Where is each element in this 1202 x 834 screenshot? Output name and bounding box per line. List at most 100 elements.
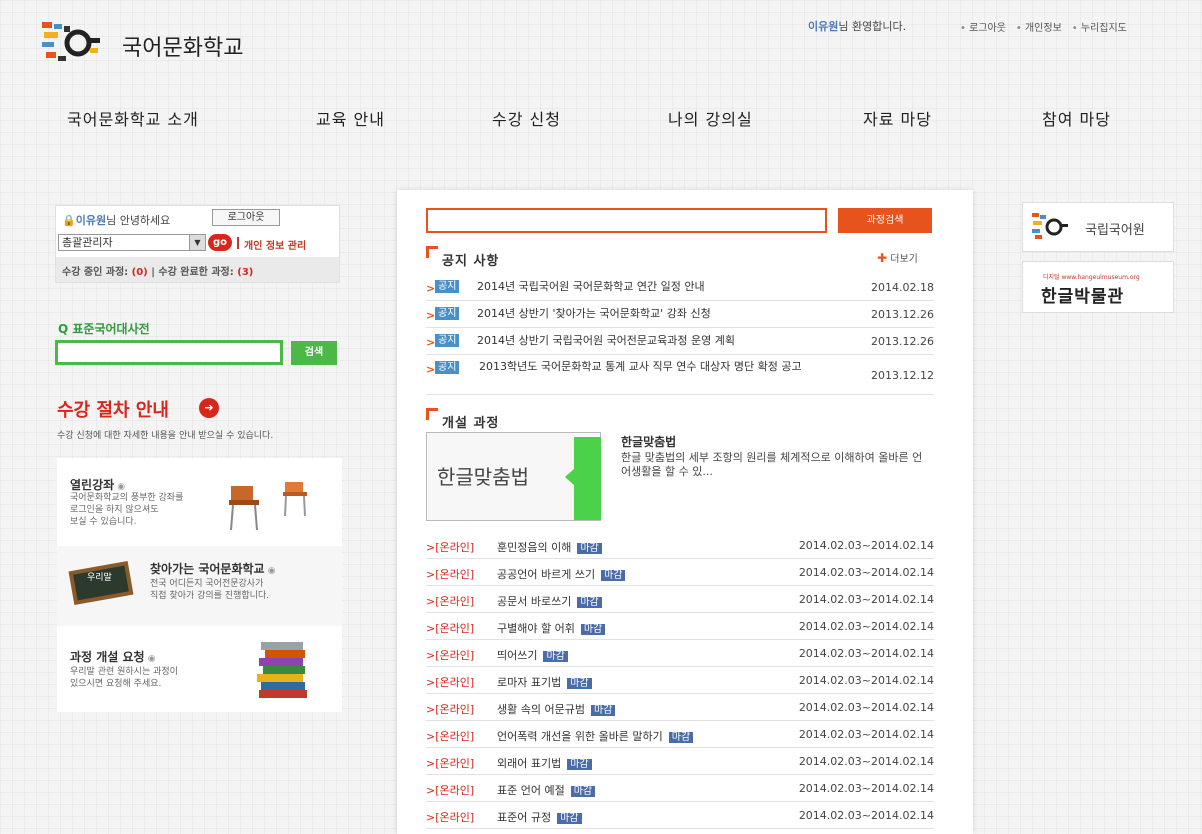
notice-date: 2013.12.26 (871, 308, 934, 321)
books-icon (257, 642, 307, 698)
course-name[interactable]: 표준 언어 예절 (497, 784, 565, 797)
course-name[interactable]: 띄어쓰기 (497, 649, 537, 662)
sitemap-link[interactable]: 누리집지도 (1072, 19, 1127, 34)
course-category: >[온라인] (426, 757, 475, 770)
notice-tag: 공지 (435, 280, 460, 293)
nav-about[interactable]: 국어문화학교 소개 (67, 106, 199, 130)
visiting-school-promo[interactable]: 우리말 찾아가는 국어문화학교 전국 어디든지 국어전문강사가 직접 찾아가 강… (57, 546, 342, 626)
notice-item[interactable]: > 공지 2014년 상반기 국립국어원 국어전문교육과정 운영 계획 2013… (426, 328, 934, 355)
site-title[interactable]: 국어문화학교 (122, 30, 243, 62)
login-user: 이유원 (75, 214, 107, 227)
featured-course-name[interactable]: 한글맞춤법 (621, 433, 676, 450)
chevron-down-icon[interactable]: ▼ (189, 235, 205, 250)
course-search-input[interactable] (426, 208, 827, 233)
course-name[interactable]: 구별해야 할 어휘 (497, 622, 575, 635)
course-category: >[온라인] (426, 622, 475, 635)
closed-badge: 마감 (570, 786, 596, 797)
procedure-title[interactable]: 수강 절차 안내 (57, 396, 169, 422)
privacy-link[interactable]: 개인 정보 관리 (236, 237, 306, 252)
course-name[interactable]: 언어폭력 개선을 위한 올바른 말하기 (497, 730, 663, 743)
course-name[interactable]: 표준어 규정 (497, 811, 551, 824)
notice-date: 2013.12.12 (871, 369, 934, 382)
museum-banner-label: 한글박물관 (1041, 287, 1125, 307)
stat-ongoing-count[interactable]: (0) (132, 267, 148, 278)
nav-resources[interactable]: 자료 마당 (863, 106, 932, 130)
course-item[interactable]: >[온라인] 구별해야 할 어휘 마감 2014.02.03~2014.02.14 (426, 613, 934, 640)
thumbnail-text: 한글맞춤법 (437, 465, 529, 489)
course-period: 2014.02.03~2014.02.14 (798, 809, 934, 822)
course-name[interactable]: 훈민정음의 이해 (497, 541, 571, 554)
course-name[interactable]: 공공언어 바르게 쓰기 (497, 568, 595, 581)
course-search-button[interactable]: 과정검색 (838, 208, 932, 233)
closed-badge: 마감 (577, 597, 602, 608)
course-period: 2014.02.03~2014.02.14 (798, 701, 934, 714)
nav-enroll[interactable]: 수강 신청 (492, 106, 561, 130)
promo-title: 열린강좌 (70, 476, 125, 493)
course-period: 2014.02.03~2014.02.14 (798, 593, 934, 606)
course-item[interactable]: >[온라인] 로마자 표기법 마감 2014.02.03~2014.02.14 (426, 667, 934, 694)
nav-participation[interactable]: 참여 마당 (1042, 106, 1111, 130)
promo-title: 찾아가는 국어문화학교 (150, 560, 276, 577)
course-item[interactable]: >[온라인] 생활 속의 어문규범 마감 2014.02.03~2014.02.14 (426, 694, 934, 721)
course-category: >[온라인] (426, 541, 475, 554)
go-button[interactable]: go (208, 234, 232, 251)
role-select[interactable]: 총괄관리자 ▼ (58, 234, 206, 251)
course-item[interactable]: >[온라인] 표준어 규정 마감 2014.02.03~2014.02.14 (426, 802, 934, 829)
stat-done-label: 수강 완료한 과정: (158, 267, 234, 278)
bullet-arrow-icon: > (426, 363, 436, 376)
nav-my-classroom[interactable]: 나의 강의실 (668, 106, 753, 130)
procedure-description: 수강 신청에 대한 자세한 내용을 안내 받으실 수 있습니다. (57, 431, 274, 441)
notice-item[interactable]: > 공지 2013학년도 국어문화학교 통계 교사 직무 연수 대상자 명단 확… (426, 355, 934, 395)
top-links: 로그아웃 개인정보 누리집지도 (960, 19, 1127, 34)
course-item[interactable]: >[온라인] 공공언어 바르게 쓰기 마감 2014.02.03~2014.02.14 (426, 559, 934, 586)
notice-title[interactable]: 2014년 상반기 '찾아가는 국어문화학교' 강좌 신청 (477, 308, 857, 320)
hangeul-museum-banner[interactable]: 디지털 www.hangeulmuseum.org 한글박물관 (1022, 261, 1174, 313)
course-item[interactable]: >[온라인] 훈민정음의 이해 마감 2014.02.03~2014.02.14 (426, 532, 934, 559)
notice-date: 2014.02.18 (871, 281, 934, 294)
dictionary-search-button[interactable]: 검색 (291, 341, 337, 365)
logo-icon[interactable] (42, 22, 104, 64)
logout-button[interactable]: 로그아웃 (212, 209, 280, 226)
stat-separator: | (151, 267, 155, 278)
notice-item[interactable]: > 공지 2014년 상반기 '찾아가는 국어문화학교' 강좌 신청 2013.… (426, 301, 934, 328)
logout-link[interactable]: 로그아웃 (960, 19, 1006, 34)
notice-section-title: 공지 사항 (426, 246, 499, 269)
arrow-right-icon[interactable]: ➜ (199, 398, 219, 418)
welcome-text: 님 환영합니다. (838, 20, 907, 33)
chalkboard-text: 우리말 (87, 573, 112, 583)
notice-title[interactable]: 2014년 국립국어원 국어문화학교 연간 일정 안내 (477, 281, 857, 293)
course-name[interactable]: 로마자 표기법 (497, 676, 561, 689)
course-name[interactable]: 공문서 바로쓰기 (497, 595, 571, 608)
course-name[interactable]: 생활 속의 어문규범 (497, 703, 585, 716)
course-request-promo[interactable]: 과정 개설 요청 우리말 관련 원하시는 과정이 있으시면 요청해 주세요. (57, 626, 342, 712)
course-item[interactable]: >[온라인] 언어폭력 개선을 위한 올바른 말하기 마감 2014.02.03~20… (426, 721, 934, 748)
open-lecture-promo[interactable]: 열린강좌 국어문화학교의 풍부한 강좌를 로그인을 하지 않으셔도 보실 수 있… (57, 458, 342, 546)
notice-item[interactable]: > 공지 2014년 국립국어원 국어문화학교 연간 일정 안내 2014.02… (426, 274, 934, 301)
course-item[interactable]: >[온라인] 띄어쓰기 마감 2014.02.03~2014.02.14 (426, 640, 934, 667)
bullet-arrow-icon: > (426, 309, 436, 322)
course-item[interactable]: >[온라인] 공문서 바로쓰기 마감 2014.02.03~2014.02.14 (426, 586, 934, 613)
nikl-banner[interactable]: 국립국어원 (1022, 202, 1174, 252)
welcome-user: 이유원 (808, 20, 839, 33)
course-item[interactable]: >[온라인] 표준 언어 예절 마감 2014.02.03~2014.02.14 (426, 775, 934, 802)
thumbnail-bar (574, 437, 601, 520)
notice-title[interactable]: 2014년 상반기 국립국어원 국어전문교육과정 운영 계획 (477, 335, 857, 347)
course-period: 2014.02.03~2014.02.14 (798, 782, 934, 795)
course-category: >[온라인] (426, 811, 475, 824)
featured-course-description: 한글 맞춤법의 세부 조항의 원리를 체계적으로 이해하여 올바른 언어생활을 … (621, 451, 923, 478)
more-link[interactable]: ✚ 더보기 (877, 250, 918, 265)
featured-course-thumbnail[interactable]: 한글맞춤법 (426, 432, 601, 521)
stat-done-count[interactable]: (3) (237, 267, 253, 278)
closed-badge: 마감 (543, 651, 568, 662)
course-period: 2014.02.03~2014.02.14 (798, 647, 934, 660)
course-name[interactable]: 외래어 표기법 (497, 757, 561, 770)
notice-tag: 공지 (435, 334, 460, 347)
nav-education[interactable]: 교육 안내 (316, 106, 385, 130)
dictionary-search-input[interactable] (55, 340, 283, 365)
personal-info-link[interactable]: 개인정보 (1016, 19, 1062, 34)
closed-badge: 마감 (601, 570, 626, 581)
notice-title[interactable]: 2013학년도 국어문화학교 통계 교사 직무 연수 대상자 명단 확정 공고 (435, 361, 855, 373)
closed-badge: 마감 (590, 705, 616, 716)
promo-description: 국어문화학교의 풍부한 강좌를 로그인을 하지 않으셔도 보실 수 있습니다. (70, 493, 184, 527)
course-item[interactable]: >[온라인] 외래어 표기법 마감 2014.02.03~2014.02.14 (426, 748, 934, 775)
